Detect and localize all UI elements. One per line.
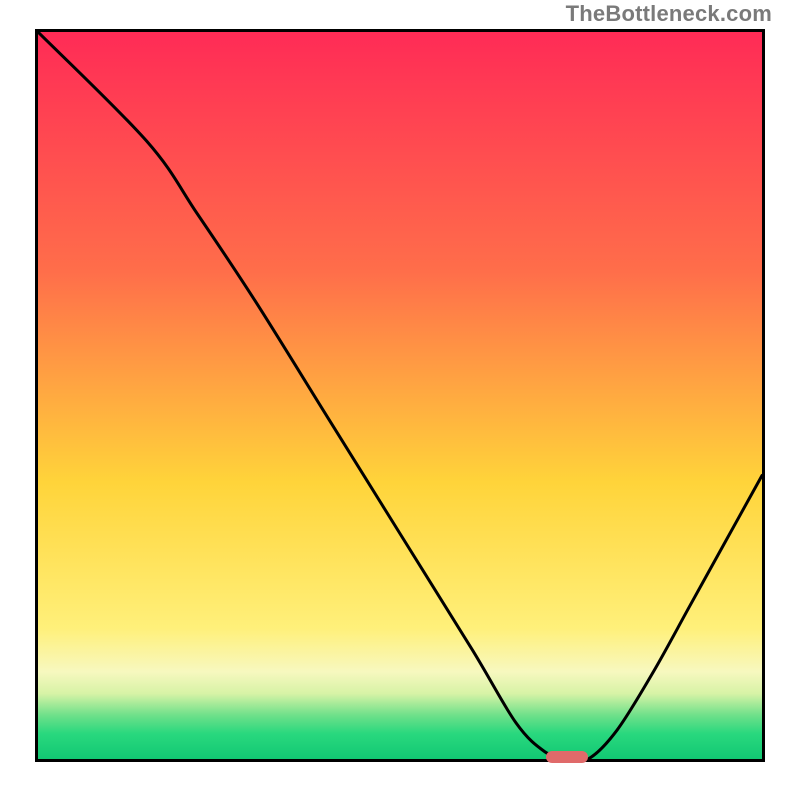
chart-frame: TheBottleneck.com (0, 0, 800, 800)
plot-area (35, 29, 765, 762)
optimum-marker (546, 751, 588, 763)
watermark-text: TheBottleneck.com (566, 3, 772, 25)
bottleneck-curve (38, 32, 762, 759)
